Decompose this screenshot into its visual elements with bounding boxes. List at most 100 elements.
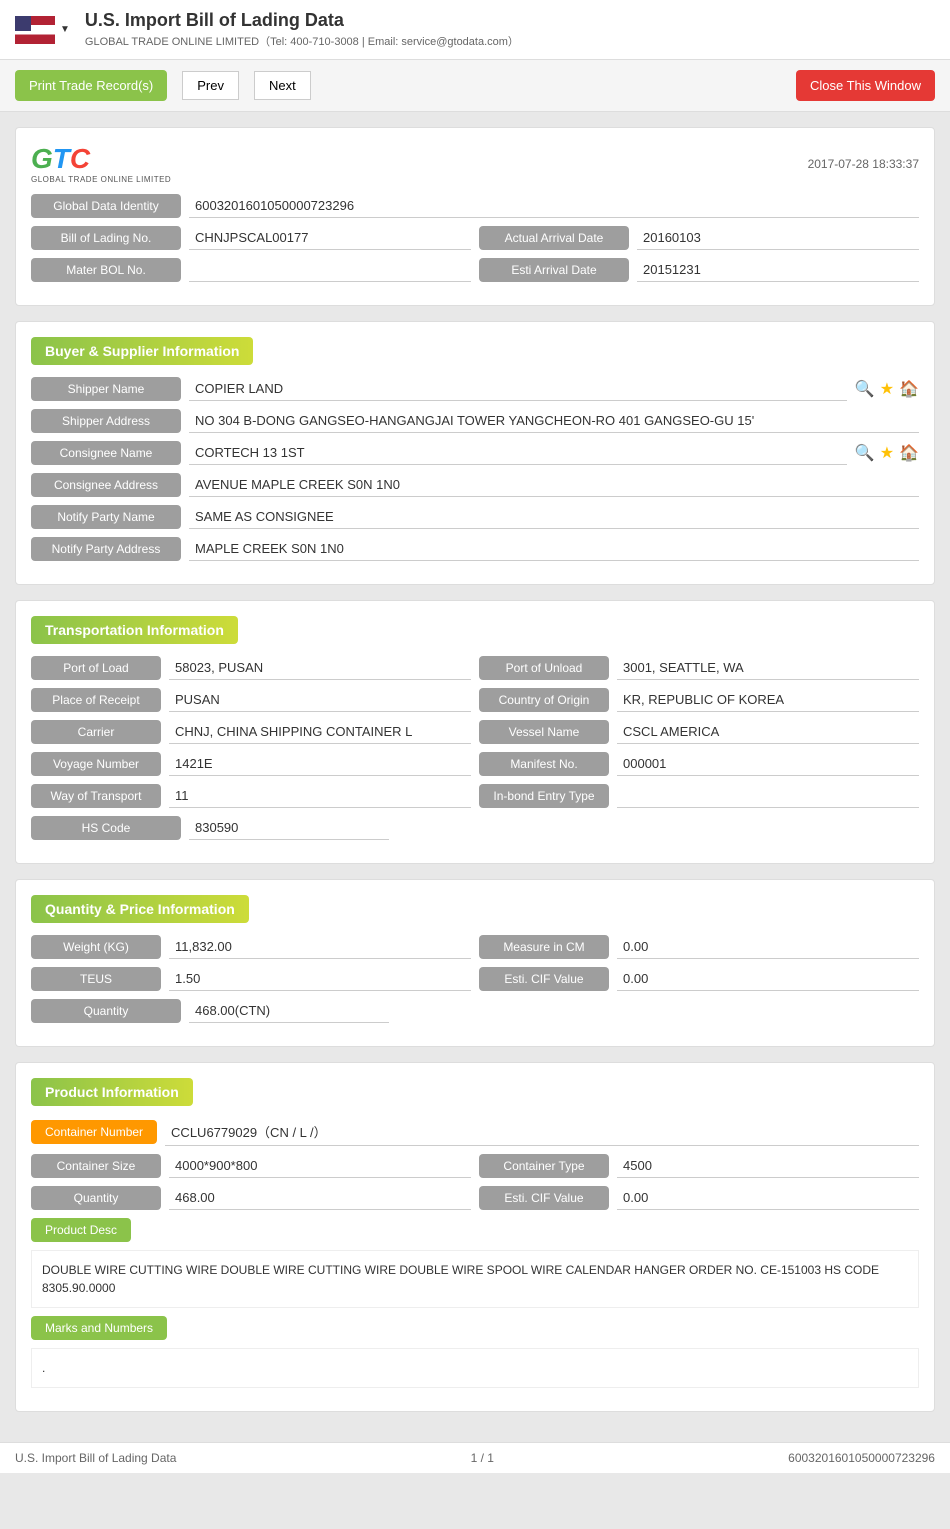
container-number-button[interactable]: Container Number <box>31 1120 157 1144</box>
quantity-price-card: Quantity & Price Information Weight (KG)… <box>15 879 935 1047</box>
quantity-price-title: Quantity & Price Information <box>31 895 249 923</box>
notify-party-name-label: Notify Party Name <box>31 505 181 529</box>
global-data-identity-row: Global Data Identity 6003201601050000723… <box>31 194 919 218</box>
next-button[interactable]: Next <box>254 71 311 100</box>
product-quantity-value: 468.00 <box>169 1186 471 1210</box>
esti-cif-half: Esti. CIF Value 0.00 <box>479 967 919 991</box>
port-of-load-label: Port of Load <box>31 656 161 680</box>
shipper-search-icon[interactable]: 🔍 <box>855 379 875 399</box>
voyage-number-value: 1421E <box>169 752 471 776</box>
product-esti-cif-value: 0.00 <box>617 1186 919 1210</box>
measure-cm-half: Measure in CM 0.00 <box>479 935 919 959</box>
container-type-half: Container Type 4500 <box>479 1154 919 1178</box>
product-esti-cif-label: Esti. CIF Value <box>479 1186 609 1210</box>
toolbar: Print Trade Record(s) Prev Next Close Th… <box>0 60 950 112</box>
shipper-address-value: NO 304 B-DONG GANGSEO-HANGANGJAI TOWER Y… <box>189 409 919 433</box>
way-inbond-row: Way of Transport 11 In-bond Entry Type <box>31 784 919 808</box>
shipper-home-icon[interactable]: 🏠 <box>899 379 919 399</box>
manifest-no-label: Manifest No. <box>479 752 609 776</box>
teus-half: TEUS 1.50 <box>31 967 471 991</box>
shipper-name-row: Shipper Name COPIER LAND 🔍 ★ 🏠 <box>31 377 919 401</box>
product-qty-cif-row: Quantity 468.00 Esti. CIF Value 0.00 <box>31 1186 919 1210</box>
container-size-label: Container Size <box>31 1154 161 1178</box>
subtitle: GLOBAL TRADE ONLINE LIMITED（Tel: 400-710… <box>85 33 519 49</box>
transportation-card: Transportation Information Port of Load … <box>15 600 935 864</box>
header-card: G T C GLOBAL TRADE ONLINE LIMITED 2017-0… <box>15 127 935 306</box>
qp-quantity-label: Quantity <box>31 999 181 1023</box>
logo-sub: GLOBAL TRADE ONLINE LIMITED <box>31 175 171 184</box>
marks-numbers-button[interactable]: Marks and Numbers <box>31 1316 167 1340</box>
carrier-half: Carrier CHNJ, CHINA SHIPPING CONTAINER L <box>31 720 471 744</box>
weight-measure-row: Weight (KG) 11,832.00 Measure in CM 0.00 <box>31 935 919 959</box>
esti-cif-label: Esti. CIF Value <box>479 967 609 991</box>
manifest-no-half: Manifest No. 000001 <box>479 752 919 776</box>
product-cif-half: Esti. CIF Value 0.00 <box>479 1186 919 1210</box>
flag-dropdown-arrow[interactable]: ▼ <box>60 24 70 35</box>
voyage-number-half: Voyage Number 1421E <box>31 752 471 776</box>
consignee-search-icon[interactable]: 🔍 <box>855 443 875 463</box>
consignee-star-icon[interactable]: ★ <box>880 443 894 463</box>
container-type-value: 4500 <box>617 1154 919 1178</box>
hs-code-label: HS Code <box>31 816 181 840</box>
prev-button[interactable]: Prev <box>182 71 239 100</box>
inbond-entry-value <box>617 784 919 808</box>
close-button[interactable]: Close This Window <box>796 70 935 101</box>
port-load-unload-row: Port of Load 58023, PUSAN Port of Unload… <box>31 656 919 680</box>
qp-quantity-value: 468.00(CTN) <box>189 999 389 1023</box>
hs-code-row: HS Code 830590 <box>31 816 919 840</box>
teus-value: 1.50 <box>169 967 471 991</box>
consignee-home-icon[interactable]: 🏠 <box>899 443 919 463</box>
teus-label: TEUS <box>31 967 161 991</box>
port-of-unload-label: Port of Unload <box>479 656 609 680</box>
port-of-load-value: 58023, PUSAN <box>169 656 471 680</box>
marks-numbers-row: Marks and Numbers <box>31 1316 919 1340</box>
buyer-supplier-title: Buyer & Supplier Information <box>31 337 253 365</box>
weight-kg-value: 11,832.00 <box>169 935 471 959</box>
qp-quantity-row: Quantity 468.00(CTN) <box>31 999 919 1023</box>
container-number-row: Container Number CCLU6779029（CN / L /） <box>31 1118 919 1146</box>
place-of-receipt-value: PUSAN <box>169 688 471 712</box>
esti-cif-value: 0.00 <box>617 967 919 991</box>
container-number-value: CCLU6779029（CN / L /） <box>165 1118 919 1146</box>
global-data-identity-value: 6003201601050000723296 <box>189 194 919 218</box>
hs-code-value: 830590 <box>189 816 389 840</box>
logo-t: T <box>53 143 70 175</box>
notify-party-name-row: Notify Party Name SAME AS CONSIGNEE <box>31 505 919 529</box>
bill-of-lading-value: CHNJPSCAL00177 <box>189 226 471 250</box>
container-size-type-row: Container Size 4000*900*800 Container Ty… <box>31 1154 919 1178</box>
esti-arrival-value: 20151231 <box>637 258 919 282</box>
product-title: Product Information <box>31 1078 193 1106</box>
voyage-number-label: Voyage Number <box>31 752 161 776</box>
way-of-transport-label: Way of Transport <box>31 784 161 808</box>
vessel-name-label: Vessel Name <box>479 720 609 744</box>
product-desc-row: Product Desc <box>31 1218 919 1242</box>
print-button[interactable]: Print Trade Record(s) <box>15 70 167 101</box>
notify-party-name-value: SAME AS CONSIGNEE <box>189 505 919 529</box>
master-bol-row: Mater BOL No. Esti Arrival Date 20151231 <box>31 258 919 282</box>
shipper-star-icon[interactable]: ★ <box>880 379 894 399</box>
master-bol-label: Mater BOL No. <box>31 258 181 282</box>
product-desc-button[interactable]: Product Desc <box>31 1218 131 1242</box>
transportation-title: Transportation Information <box>31 616 238 644</box>
manifest-no-value: 000001 <box>617 752 919 776</box>
teus-cif-row: TEUS 1.50 Esti. CIF Value 0.00 <box>31 967 919 991</box>
port-of-load-half: Port of Load 58023, PUSAN <box>31 656 471 680</box>
shipper-address-label: Shipper Address <box>31 409 181 433</box>
vessel-name-half: Vessel Name CSCL AMERICA <box>479 720 919 744</box>
buyer-supplier-card: Buyer & Supplier Information Shipper Nam… <box>15 321 935 585</box>
way-of-transport-value: 11 <box>169 784 471 808</box>
logo-g: G <box>31 143 53 175</box>
actual-arrival-value: 20160103 <box>637 226 919 250</box>
consignee-address-label: Consignee Address <box>31 473 181 497</box>
shipper-name-label: Shipper Name <box>31 377 181 401</box>
carrier-value: CHNJ, CHINA SHIPPING CONTAINER L <box>169 720 471 744</box>
inbond-entry-label: In-bond Entry Type <box>479 784 609 808</box>
carrier-label: Carrier <box>31 720 161 744</box>
port-of-unload-value: 3001, SEATTLE, WA <box>617 656 919 680</box>
country-of-origin-half: Country of Origin KR, REPUBLIC OF KOREA <box>479 688 919 712</box>
consignee-name-row: Consignee Name CORTECH 13 1ST 🔍 ★ 🏠 <box>31 441 919 465</box>
notify-party-address-label: Notify Party Address <box>31 537 181 561</box>
shipper-address-row: Shipper Address NO 304 B-DONG GANGSEO-HA… <box>31 409 919 433</box>
logo-text: G T C <box>31 143 90 175</box>
inbond-entry-half: In-bond Entry Type <box>479 784 919 808</box>
